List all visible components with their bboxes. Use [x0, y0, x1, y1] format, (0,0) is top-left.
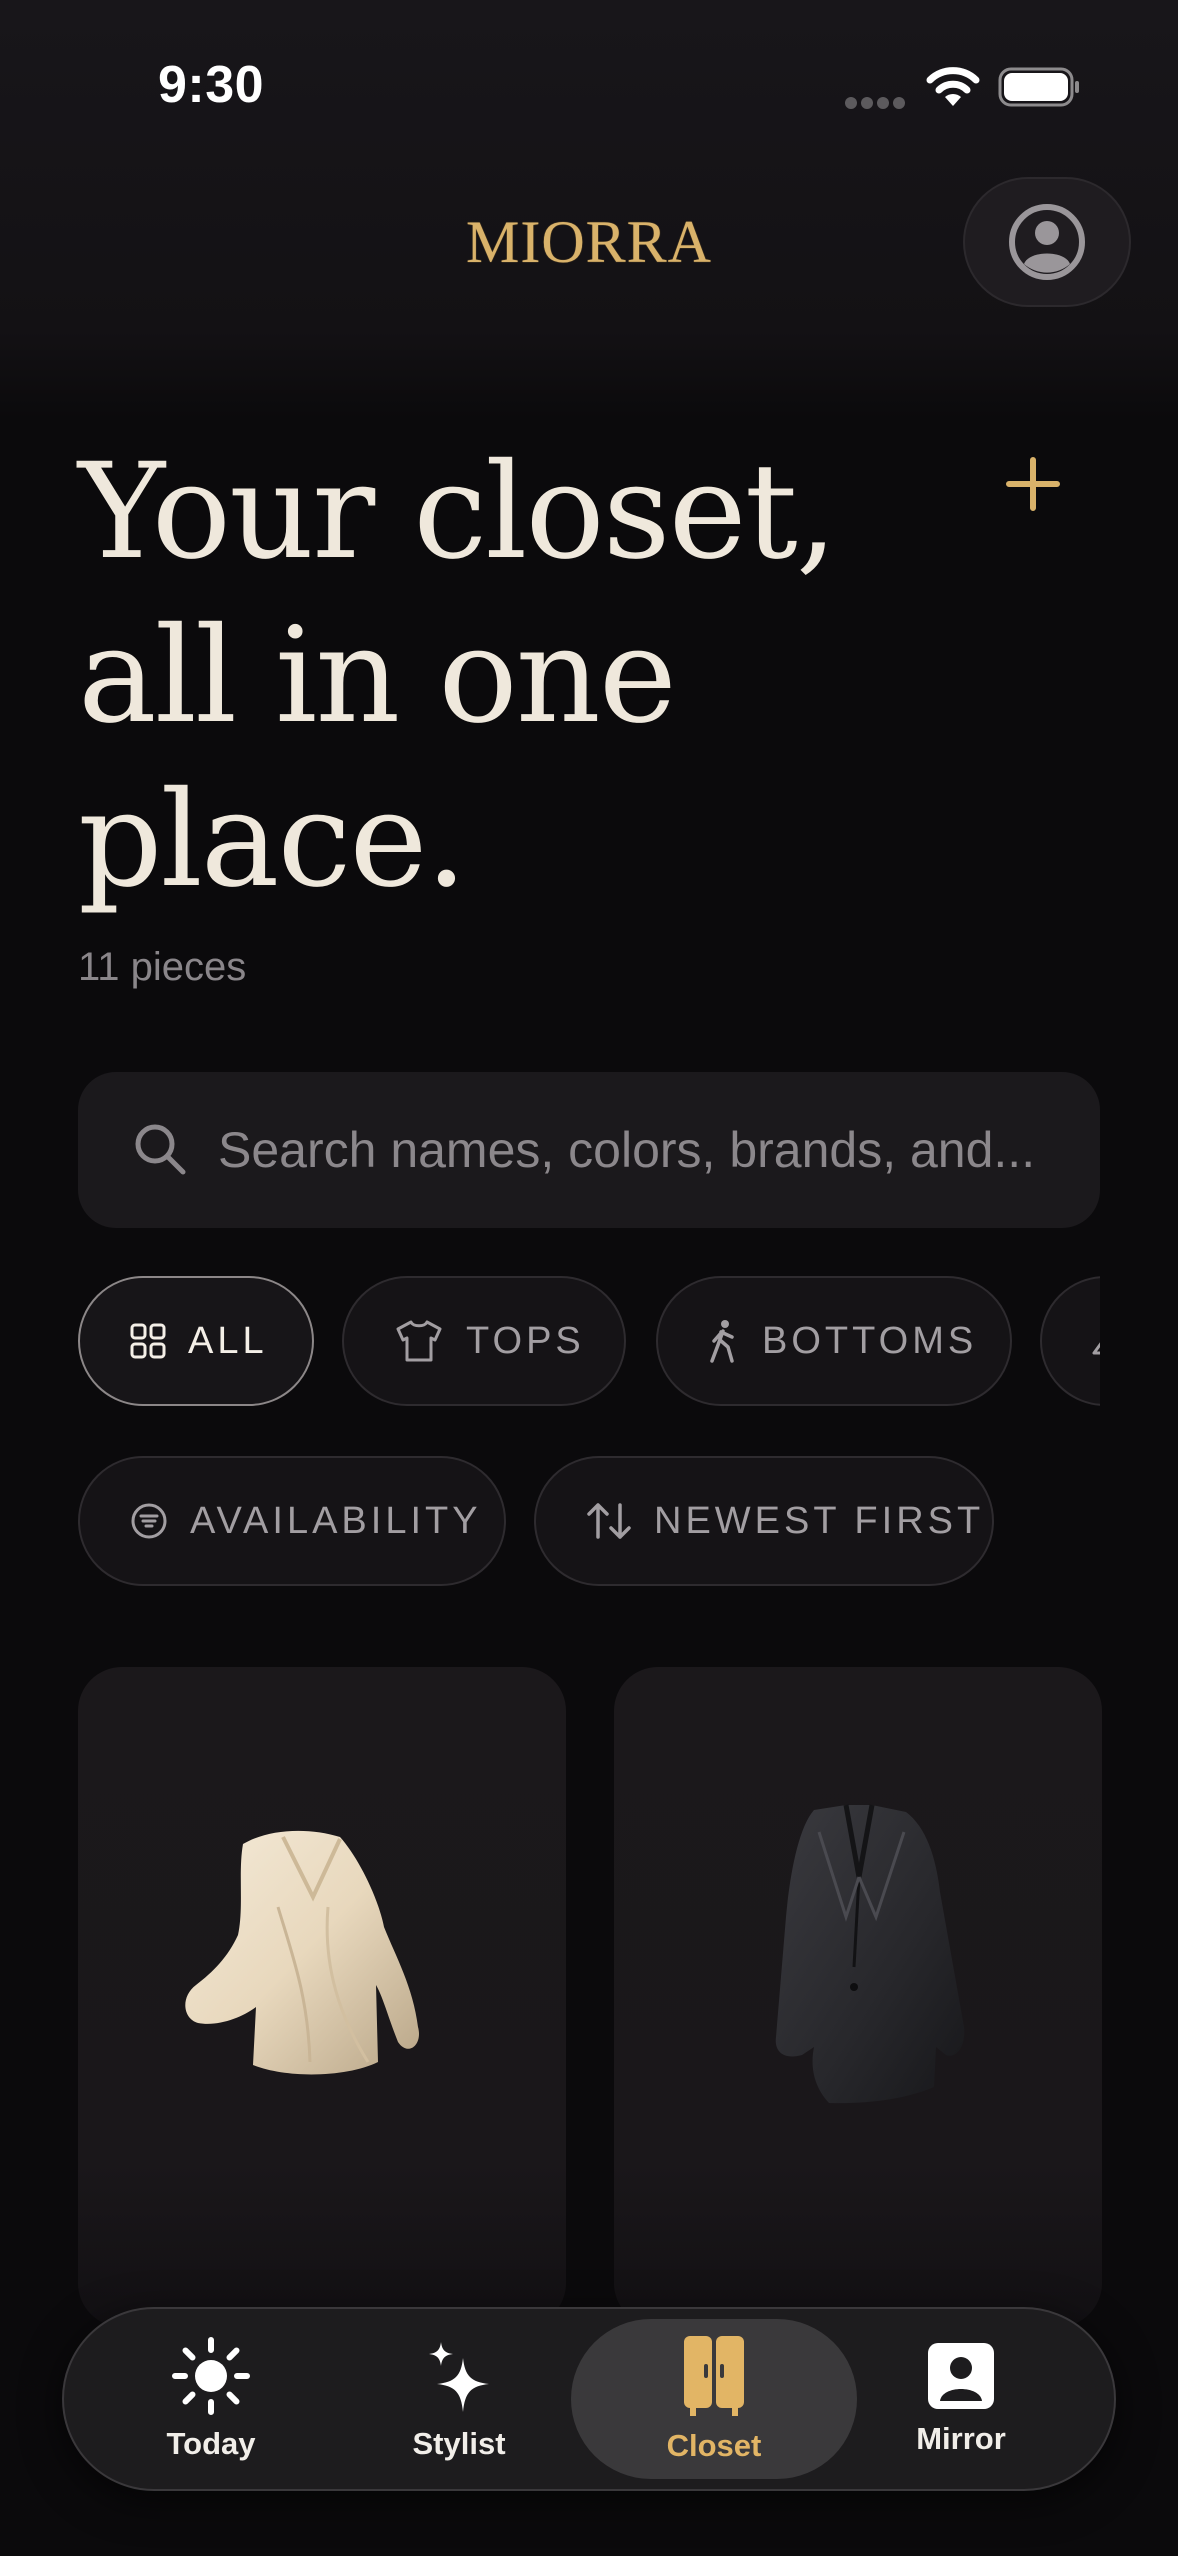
- chip-label: NEWEST FIRST: [654, 1499, 985, 1542]
- cellular-signal-icon: [845, 96, 909, 114]
- search-input[interactable]: [218, 1072, 1078, 1228]
- chip-label: BOTTOMS: [762, 1319, 978, 1362]
- title-line: place.: [78, 763, 467, 917]
- closet-screen: 9:30 MIORRA Your closet, all in one plac…: [0, 0, 1178, 2556]
- title-line: Your closet,: [78, 435, 838, 589]
- tab-closet[interactable]: Closet: [571, 2319, 857, 2479]
- chip-label: AVAILABILITY: [190, 1499, 482, 1542]
- title-line: all in one: [78, 599, 677, 753]
- chip-label: ALL: [188, 1319, 268, 1362]
- blouse-image: [185, 1830, 419, 2075]
- status-time: 9:30: [158, 56, 265, 114]
- bottom-tab-bar: Today Stylist Closet Mirror: [62, 2307, 1116, 2491]
- search-bar[interactable]: [78, 1072, 1100, 1228]
- person-circle-icon: [1009, 204, 1085, 280]
- chip-label: TOPS: [466, 1319, 585, 1362]
- filter-lines-icon: [131, 1503, 167, 1539]
- home-indicator-area: [0, 2500, 1178, 2556]
- status-bar: 9:30: [0, 0, 1178, 170]
- sort-button[interactable]: NEWEST FIRST: [534, 1456, 994, 1586]
- sort-arrows-icon: [587, 1503, 631, 1539]
- walking-person-icon: [710, 1320, 734, 1363]
- chip-all[interactable]: ALL: [78, 1276, 314, 1406]
- wardrobe-icon: [684, 2336, 744, 2416]
- tab-label: Today: [166, 2426, 256, 2461]
- profile-button[interactable]: [963, 177, 1131, 307]
- sparkles-icon: [429, 2342, 489, 2412]
- availability-filter-button[interactable]: AVAILABILITY: [78, 1456, 506, 1586]
- chip-bottoms[interactable]: BOTTOMS: [656, 1276, 1012, 1406]
- sun-icon: [172, 2337, 250, 2415]
- tab-stylist[interactable]: Stylist: [334, 2309, 584, 2489]
- add-item-button[interactable]: [1004, 455, 1062, 513]
- chip-tops[interactable]: TOPS: [342, 1276, 626, 1406]
- tshirt-icon: [396, 1320, 442, 1362]
- sort-filter-row: AVAILABILITY NEWEST FIRST: [78, 1456, 1100, 1588]
- tab-label: Mirror: [916, 2421, 1006, 2456]
- page-title: Your closet, all in one place.: [78, 430, 978, 922]
- hanger-icon: [1092, 1342, 1100, 1355]
- tab-label: Closet: [666, 2428, 762, 2463]
- grid-icon: [130, 1323, 166, 1359]
- blazer-image: [775, 1804, 965, 2104]
- wifi-icon: [926, 67, 980, 106]
- closet-item-card[interactable]: [78, 1667, 566, 2327]
- tab-today[interactable]: Today: [86, 2309, 336, 2489]
- search-icon: [135, 1124, 186, 1175]
- person-frame-icon: [928, 2343, 994, 2409]
- closet-item-card[interactable]: [614, 1667, 1102, 2327]
- chip-more[interactable]: [1040, 1276, 1100, 1406]
- category-filter-row[interactable]: ALL TOPS BOTTOMS: [78, 1276, 1100, 1408]
- tab-mirror[interactable]: Mirror: [836, 2309, 1086, 2489]
- tab-label: Stylist: [412, 2426, 506, 2461]
- battery-icon: [998, 67, 1079, 107]
- item-count: 11 pieces: [78, 945, 247, 989]
